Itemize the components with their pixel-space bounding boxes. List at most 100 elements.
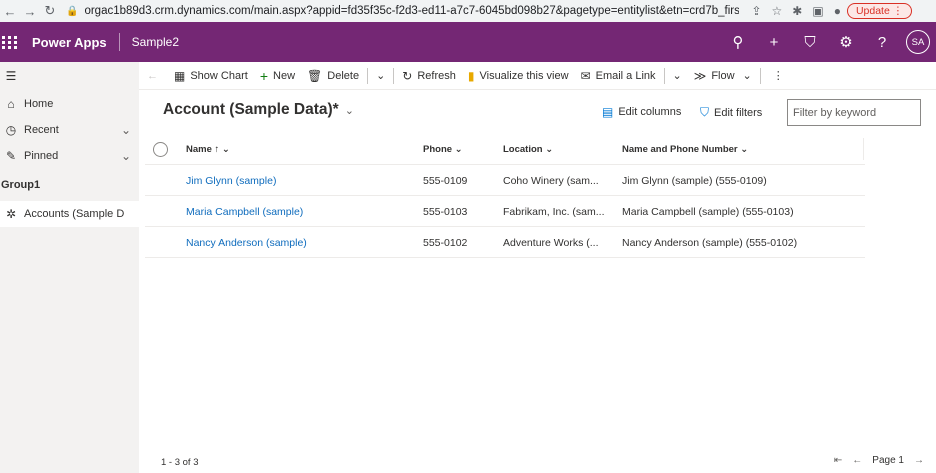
delete-label: Delete	[327, 69, 360, 82]
update-button[interactable]: Update ⋮	[846, 3, 913, 19]
edit-filters-button[interactable]: ⛉ Edit filters	[700, 105, 762, 120]
column-divider	[863, 138, 864, 160]
chevron-down-icon: ⌄	[344, 105, 354, 117]
hamburger-icon: ☰	[5, 69, 17, 83]
edit-columns-button[interactable]: ▤ Edit columns	[602, 105, 681, 119]
plus-icon[interactable]: +	[756, 34, 792, 51]
address-bar[interactable]: orgac1b89d3.crm.dynamics.com/main.aspx?a…	[84, 5, 739, 17]
back-icon[interactable]: ←	[0, 4, 20, 19]
refresh-button[interactable]: ↻ Refresh	[396, 62, 462, 90]
sidebar-item-label: Pinned	[24, 150, 59, 162]
next-page-icon[interactable]: →	[914, 455, 924, 466]
command-bar: ← ▦ Show Chart + New 🗑 Delete ⌄ ↻ Refres…	[139, 62, 936, 90]
column-header-name-and-phone[interactable]: Name and Phone Number ⌄	[622, 144, 748, 155]
email-link-label: Email a Link	[595, 69, 656, 82]
phone-cell: 555-0102	[423, 237, 468, 249]
divider	[393, 67, 395, 84]
refresh-label: Refresh	[417, 69, 456, 82]
visualize-view-button[interactable]: ▮ Visualize this view	[462, 62, 575, 90]
column-header-label: Name	[186, 144, 212, 155]
app-launcher-icon[interactable]	[2, 35, 20, 49]
account-name-link[interactable]: Jim Glynn (sample)	[186, 175, 406, 187]
grid-header: Name ↑ ⌄ Phone ⌄ Location ⌄ Name and Pho…	[145, 134, 865, 165]
profile-icon[interactable]: ●	[834, 4, 841, 18]
column-header-location[interactable]: Location ⌄	[503, 144, 553, 155]
environment-name[interactable]: Sample2	[132, 35, 179, 49]
pin-icon: ✎	[5, 149, 17, 163]
more-commands-icon[interactable]: ⋮	[763, 62, 794, 90]
app-name[interactable]: Power Apps	[32, 35, 107, 50]
sidebar-item-recent[interactable]: ◷ Recent ⌄	[0, 117, 139, 143]
filter-by-keyword-input[interactable]	[787, 99, 921, 126]
pagination: ⇤ ← Page 1 →	[834, 455, 924, 466]
delete-button[interactable]: 🗑 Delete	[301, 62, 365, 90]
browser-toolbar: ← → ↻ 🔒 orgac1b89d3.crm.dynamics.com/mai…	[0, 0, 936, 22]
visualize-label: Visualize this view	[479, 69, 569, 82]
sidebar-item-label: Home	[24, 98, 54, 110]
table-row[interactable]: Nancy Anderson (sample) 555-0102 Adventu…	[145, 227, 865, 258]
flow-button[interactable]: ≫ Flow ⌄	[688, 62, 758, 90]
refresh-icon: ↻	[402, 68, 413, 83]
search-icon[interactable]: ⚲	[720, 33, 756, 51]
sidebar-item-label: Recent	[24, 124, 59, 136]
sidebar: ☰ ⌂ Home ◷ Recent ⌄ ✎ Pinned ⌄ Group1 ✲ …	[0, 62, 139, 473]
filter-icon: ⛉	[700, 105, 710, 119]
avatar[interactable]: SA	[906, 30, 930, 54]
select-all-checkbox[interactable]	[153, 142, 168, 157]
column-header-phone[interactable]: Phone ⌄	[423, 144, 463, 155]
chevron-down-icon[interactable]: ⌄	[121, 123, 131, 137]
column-header-label: Name and Phone Number	[622, 144, 738, 155]
delete-menu-chevron[interactable]: ⌄	[370, 62, 391, 90]
sidebar-collapse-button[interactable]: ☰	[0, 63, 139, 89]
header-divider	[118, 33, 120, 51]
sidepanel-icon[interactable]: ▣	[812, 4, 823, 18]
email-link-button[interactable]: ✉ Email a Link	[575, 62, 662, 90]
extensions-icon[interactable]: ✱	[792, 4, 802, 18]
home-icon: ⌂	[7, 97, 15, 111]
flow-icon: ≫	[693, 68, 707, 83]
lock-icon: 🔒	[66, 5, 79, 17]
account-name-link[interactable]: Nancy Anderson (sample)	[186, 237, 406, 249]
view-selector[interactable]: Account (Sample Data)* ⌄	[163, 101, 354, 119]
show-chart-button[interactable]: ▦ Show Chart	[168, 62, 254, 90]
table-row[interactable]: Maria Campbell (sample) 555-0103 Fabrika…	[145, 196, 865, 227]
previous-page-icon[interactable]: ←	[852, 455, 862, 466]
location-cell[interactable]: Adventure Works (...	[503, 237, 613, 249]
account-name-link[interactable]: Maria Campbell (sample)	[186, 206, 406, 218]
phone-cell: 555-0103	[423, 206, 468, 218]
new-label: New	[273, 69, 296, 82]
filter-icon[interactable]: ⛉	[792, 34, 828, 51]
reload-icon[interactable]: ↻	[40, 3, 60, 19]
column-header-name[interactable]: Name ↑ ⌄	[186, 144, 230, 155]
divider	[663, 67, 665, 84]
sidebar-item-pinned[interactable]: ✎ Pinned ⌄	[0, 143, 139, 169]
location-cell[interactable]: Fabrikam, Inc. (sam...	[503, 206, 613, 218]
chevron-down-icon: ⌄	[454, 144, 463, 155]
first-page-icon[interactable]: ⇤	[834, 455, 842, 466]
chevron-down-icon: ⌄	[221, 144, 230, 155]
sidebar-item-label: Accounts (Sample D...	[24, 208, 124, 220]
share-icon[interactable]: ⇪	[751, 4, 761, 18]
chart-icon: ▦	[174, 68, 186, 83]
location-cell[interactable]: Coho Winery (sam...	[503, 175, 613, 187]
chevron-down-icon[interactable]: ⌄	[121, 149, 131, 163]
new-button[interactable]: + New	[254, 62, 301, 90]
name-phone-cell: Maria Campbell (sample) (555-0103)	[622, 206, 794, 218]
divider	[367, 67, 369, 84]
page-title: Account (Sample Data)*	[163, 101, 339, 118]
star-icon[interactable]: ☆	[772, 4, 783, 18]
name-phone-cell: Nancy Anderson (sample) (555-0102)	[622, 237, 798, 249]
back-arrow-icon[interactable]: ←	[139, 62, 168, 90]
clock-icon: ◷	[5, 123, 17, 137]
sidebar-item-home[interactable]: ⌂ Home	[0, 91, 139, 117]
email-menu-chevron[interactable]: ⌄	[667, 62, 688, 90]
plus-icon: +	[259, 67, 269, 84]
table-row[interactable]: Jim Glynn (sample) 555-0109 Coho Winery …	[145, 165, 865, 196]
help-icon[interactable]: ?	[864, 34, 900, 51]
sidebar-item-accounts[interactable]: ✲ Accounts (Sample D...	[0, 201, 139, 227]
gear-icon[interactable]: ⚙	[828, 33, 864, 51]
data-grid: Name ↑ ⌄ Phone ⌄ Location ⌄ Name and Pho…	[145, 134, 865, 258]
forward-icon[interactable]: →	[20, 4, 40, 19]
chevron-down-icon: ⌄	[742, 70, 752, 82]
show-chart-label: Show Chart	[190, 69, 248, 82]
